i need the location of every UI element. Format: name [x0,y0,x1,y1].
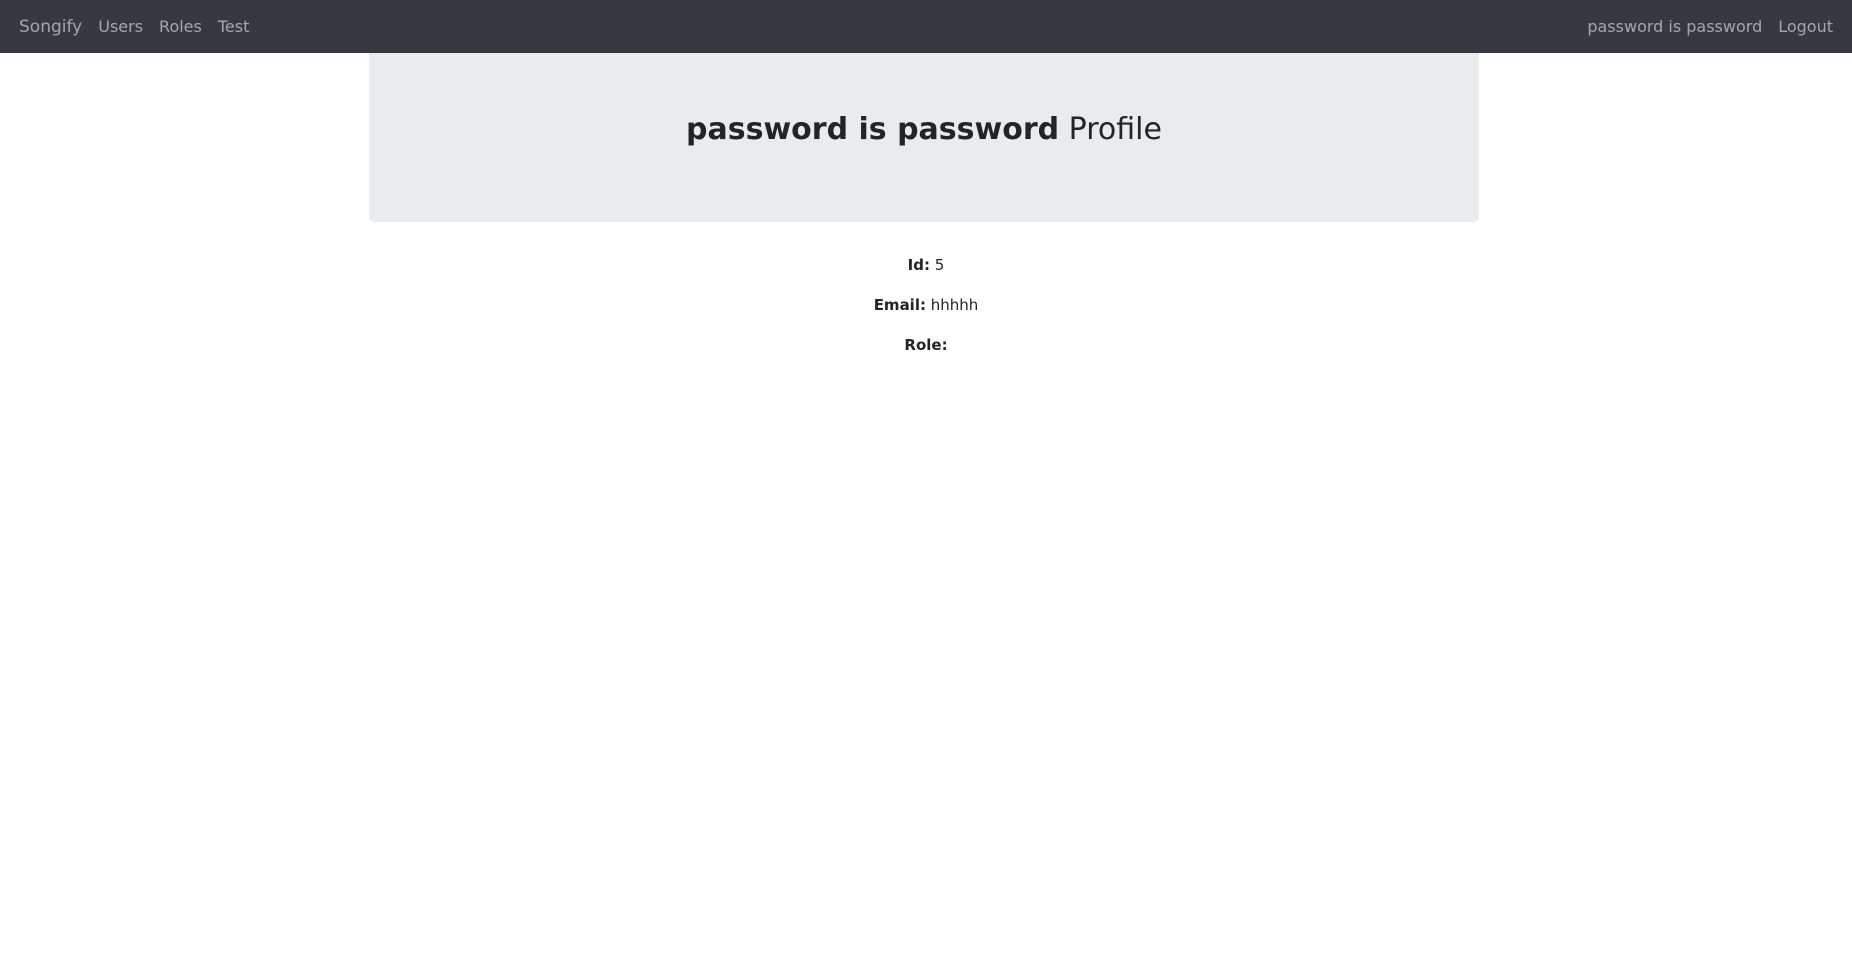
brand-link[interactable]: Songify [19,17,82,37]
title-suffix: Profile [1068,112,1162,147]
field-value: 5 [934,256,945,274]
nav-right: password is password Logout [1571,17,1833,36]
field-label: Role: [904,336,948,354]
nav-link-test[interactable]: Test [218,17,250,36]
nav-left: Songify Users Roles Test [19,17,265,37]
nav-link-logout[interactable]: Logout [1778,17,1833,36]
profile-header: password is password Profile [369,53,1479,222]
nav-link-roles[interactable]: Roles [159,17,202,36]
field-value: hhhhh [930,296,979,314]
field-label: Id: [907,256,930,274]
profile-name: password is password [686,112,1060,147]
field-label: Email: [873,296,926,314]
navbar: Songify Users Roles Test password is pas… [0,0,1852,53]
nav-link-user-profile[interactable]: password is password [1587,17,1762,36]
field-email: Email: hhhhh [0,295,1852,315]
page-title: password is password Profile [686,112,1162,147]
nav-link-users[interactable]: Users [98,17,143,36]
profile-details: Id: 5 Email: hhhhh Role: [0,255,1852,375]
field-id: Id: 5 [0,255,1852,275]
field-role: Role: [0,335,1852,355]
